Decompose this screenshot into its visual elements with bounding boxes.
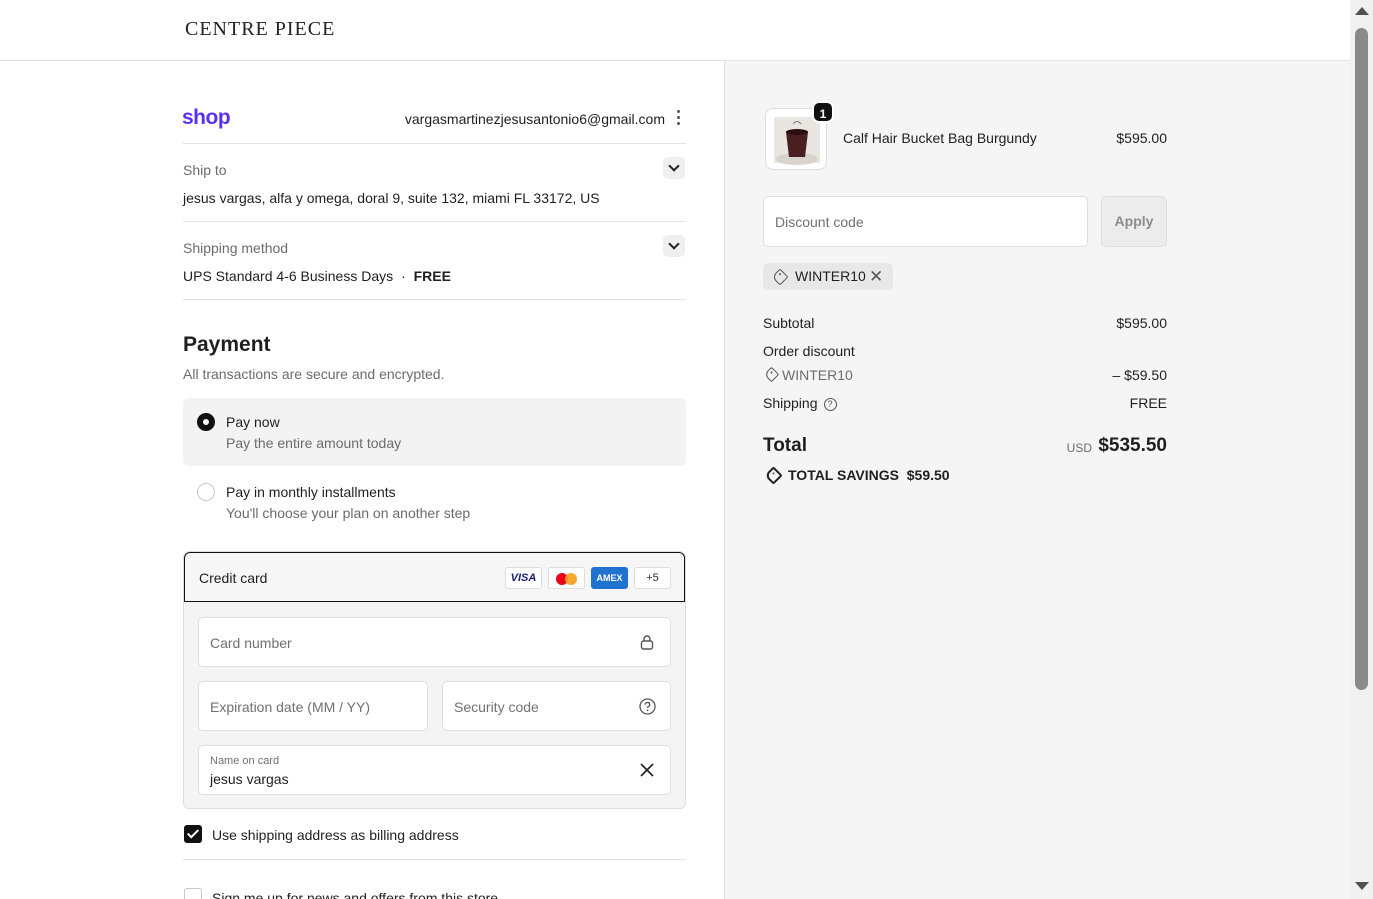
page-scrollbar[interactable] [1350,0,1373,899]
name-on-card-label: Name on card [210,755,280,767]
payment-subtitle: All transactions are secure and encrypte… [183,366,445,382]
card-number-placeholder: Card number [210,635,292,651]
more-cards-badge: +5 [634,567,671,589]
total-label: Total [763,435,807,456]
shipping-value: FREE [1129,395,1167,411]
mastercard-logo [548,567,585,589]
ship-to-label: Ship to [183,162,227,178]
discount-code-name: WINTER10 [782,367,853,383]
store-logo[interactable]: CENTRE PIECE [185,18,335,41]
credit-card-section: Credit card VISA AMEX +5 Card number Exp… [183,551,686,809]
shipping-label-text: Shipping [763,395,818,411]
subtotal-label: Subtotal [763,315,815,331]
installments-subtitle: You'll choose your plan on another step [226,505,471,521]
ship-to-expand-button[interactable] [663,157,685,179]
shipping-method-name: UPS Standard 4-6 Business Days [183,268,394,284]
quantity-badge: 1 [812,101,834,123]
shop-pay-logo: shop [182,106,231,129]
expiration-date-placeholder: Expiration date (MM / YY) [210,699,371,715]
divider [183,299,686,300]
order-discount-label: Order discount [763,343,855,359]
discount-code-placeholder: Discount code [775,214,864,230]
pay-now-radio[interactable] [197,413,215,431]
billing-address-label: Use shipping address as billing address [212,827,459,843]
shipping-method-price: FREE [413,268,451,284]
lock-icon [640,635,654,650]
credit-card-option[interactable]: Credit card VISA AMEX +5 [184,552,685,602]
installments-option[interactable]: Pay in monthly installments You'll choos… [183,470,686,536]
currency-code: USD [1066,441,1092,455]
apply-discount-button[interactable]: Apply [1101,196,1167,247]
shipping-method-expand-button[interactable] [663,235,685,257]
ship-to-address: jesus vargas, alfa y omega, doral 9, sui… [183,190,600,206]
help-circle-icon[interactable]: ? [823,398,837,411]
total-value: $535.50 [1098,435,1167,456]
applied-discount-chip: WINTER10 ✕ [763,263,893,290]
security-code-input[interactable]: Security code [442,681,671,731]
divider [183,859,686,860]
billing-address-checkbox[interactable] [184,825,202,843]
scroll-thumb[interactable] [1355,28,1368,690]
help-circle-icon[interactable] [639,698,656,715]
site-header: CENTRE PIECE [0,0,1350,61]
installments-radio[interactable] [197,483,215,501]
subtotal-value: $595.00 [1116,315,1167,331]
shipping-label: Shipping? [763,395,837,411]
tag-icon [771,268,789,286]
installments-title: Pay in monthly installments [226,484,396,500]
checkout-form-panel: shop vargasmartinezjesusantonio6@gmail.c… [0,61,725,899]
discount-code-input[interactable]: Discount code [763,196,1088,247]
account-email: vargasmartinezjesusantonio6@gmail.com [404,111,665,127]
card-number-input[interactable]: Card number [198,617,671,667]
payment-heading: Payment [183,333,271,356]
shipping-method-separator: · [401,268,406,284]
tag-icon [763,366,780,383]
divider [183,143,686,144]
newsletter-checkbox[interactable] [184,888,202,899]
account-menu-icon[interactable] [674,110,684,126]
visa-logo: VISA [505,567,542,589]
newsletter-label: Sign me up for news and offers from this… [212,890,499,899]
pay-now-option[interactable]: Pay now Pay the entire amount today [183,398,686,466]
product-price: $595.00 [1116,130,1167,146]
shipping-method-value: UPS Standard 4-6 Business Days · FREE [183,268,451,284]
credit-card-label: Credit card [199,570,268,586]
scroll-up-arrow-icon[interactable] [1355,7,1369,15]
pay-now-title: Pay now [226,414,280,430]
amex-logo: AMEX [591,567,628,589]
discount-value: – $59.50 [1112,367,1168,383]
order-summary-panel: 1 Calf Hair Bucket Bag Burgundy $595.00 … [725,61,1350,899]
scroll-down-arrow-icon[interactable] [1355,882,1369,890]
applied-discount-code: WINTER10 [795,268,866,284]
expiration-date-input[interactable]: Expiration date (MM / YY) [198,681,428,731]
savings-tag-icon [764,466,783,485]
security-code-placeholder: Security code [454,699,539,715]
name-on-card-value: jesus vargas [210,771,289,787]
remove-discount-icon[interactable]: ✕ [869,267,883,287]
clear-icon[interactable] [640,763,654,777]
pay-now-subtitle: Pay the entire amount today [226,435,402,451]
divider [183,221,686,222]
name-on-card-input[interactable]: Name on card jesus vargas [198,745,671,795]
product-name: Calf Hair Bucket Bag Burgundy [843,130,1037,146]
shipping-method-label: Shipping method [183,240,289,256]
total-savings: TOTAL SAVINGS $59.50 [788,467,950,483]
